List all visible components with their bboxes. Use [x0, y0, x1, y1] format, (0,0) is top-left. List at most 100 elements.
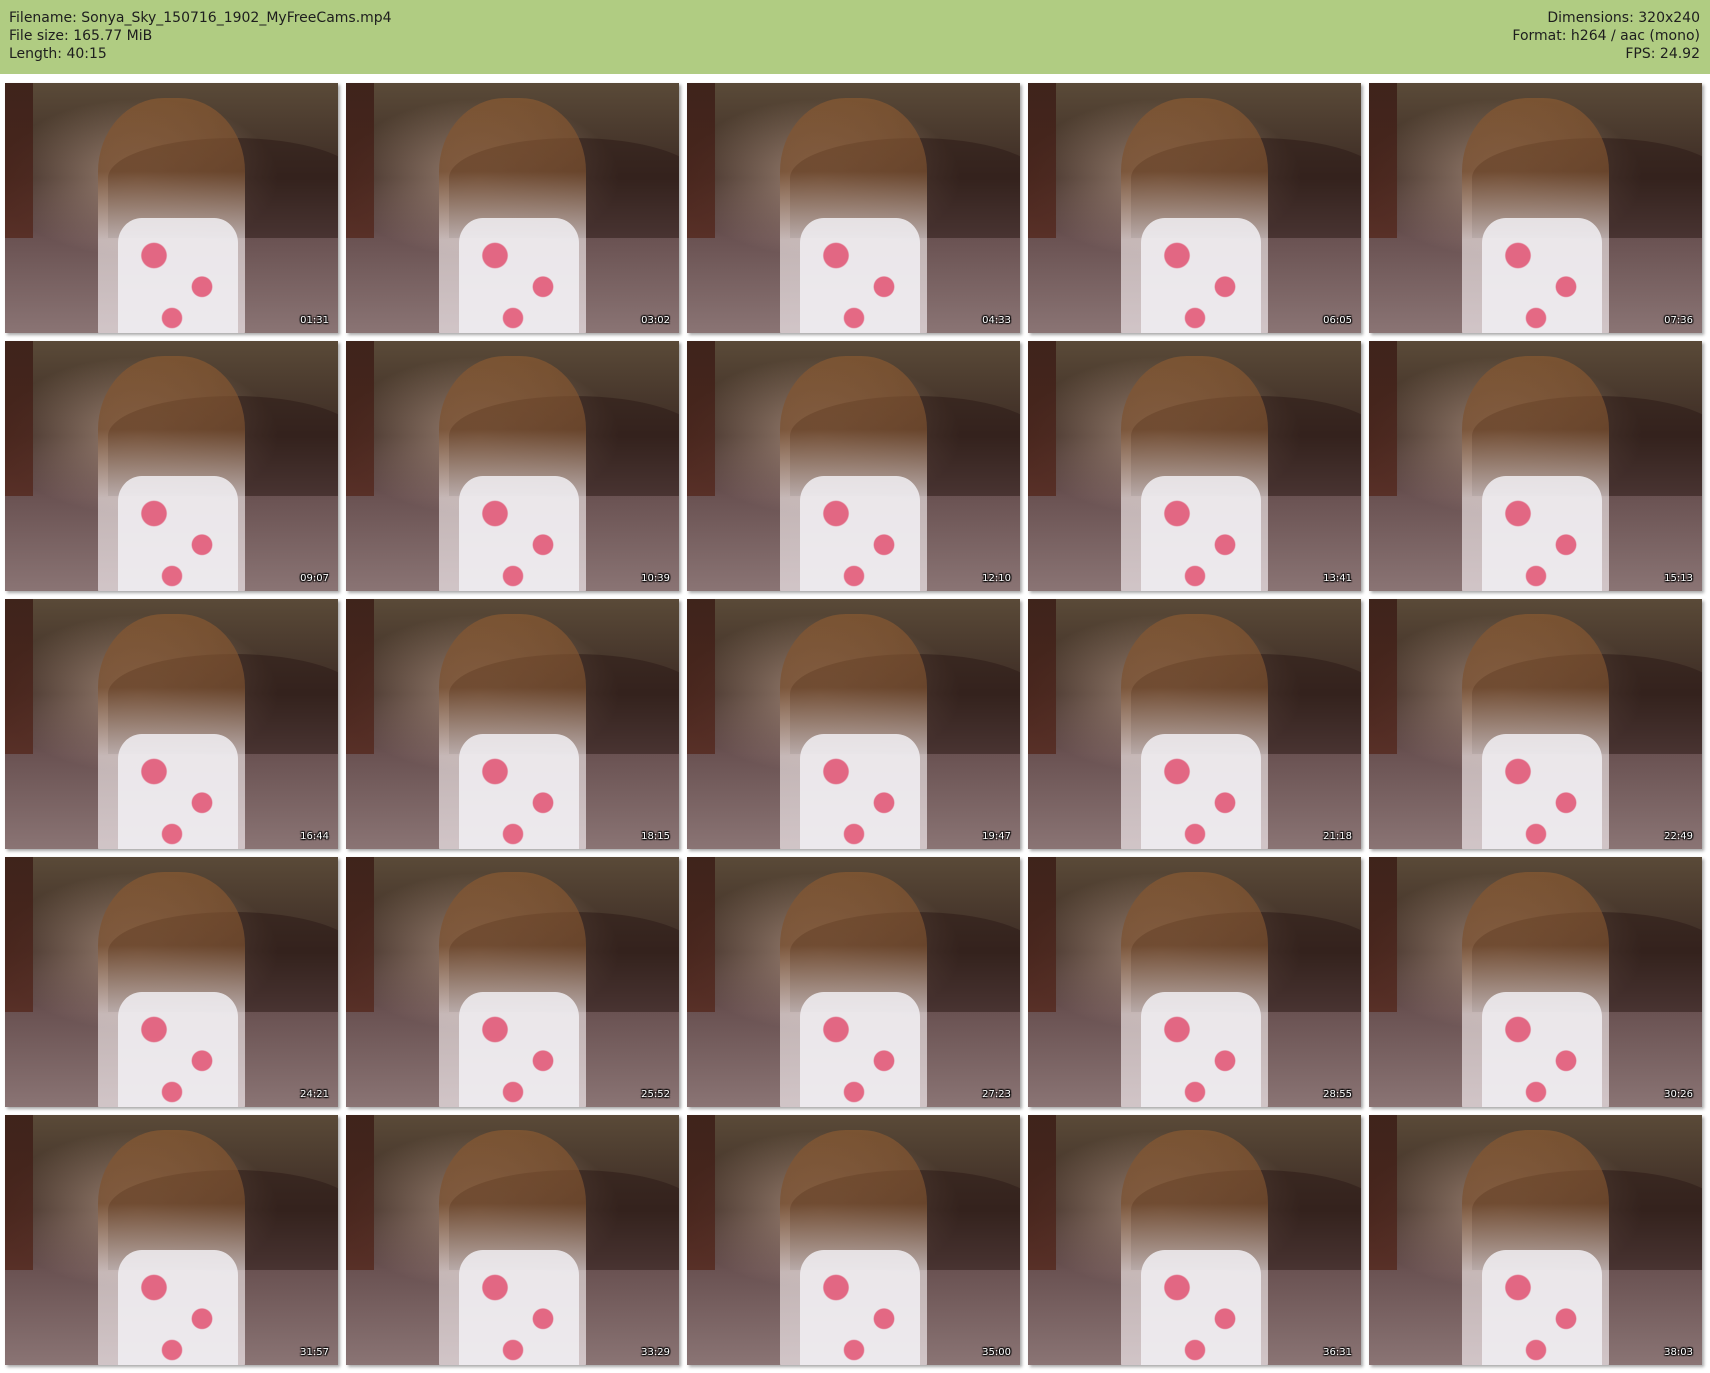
thumbnail-timestamp: 19:47 [982, 831, 1011, 842]
thumbnail-timestamp: 04:33 [982, 315, 1011, 326]
video-thumbnail: 16:44 [5, 599, 338, 849]
video-thumbnail: 36:31 [1028, 1115, 1361, 1365]
frame-dress-shape [459, 1250, 580, 1365]
frame-wall-shape [1369, 341, 1397, 496]
video-thumbnail: 15:13 [1369, 341, 1702, 591]
frame-wall-shape [1369, 1115, 1397, 1270]
frame-wall-shape [346, 341, 374, 496]
frame-dress-shape [1141, 1250, 1262, 1365]
thumbnail-timestamp: 28:55 [1323, 1089, 1352, 1100]
thumbnail-timestamp: 16:44 [300, 831, 329, 842]
thumbnail-timestamp: 01:31 [300, 315, 329, 326]
video-thumbnail: 33:29 [346, 1115, 679, 1365]
frame-wall-shape [687, 83, 715, 238]
thumbnail-timestamp: 38:03 [1664, 1347, 1693, 1358]
frame-dress-shape [459, 734, 580, 849]
format-text: Format: h264 / aac (mono) [1512, 28, 1700, 44]
frame-wall-shape [687, 1115, 715, 1270]
frame-dress-shape [1141, 218, 1262, 333]
video-thumbnail: 01:31 [5, 83, 338, 333]
thumbnail-timestamp: 06:05 [1323, 315, 1352, 326]
thumbnail-timestamp: 27:23 [982, 1089, 1011, 1100]
stream-info: Dimensions: 320x240 Format: h264 / aac (… [1512, 9, 1700, 63]
video-thumbnail: 35:00 [687, 1115, 1020, 1365]
video-thumbnail: 12:10 [687, 341, 1020, 591]
thumbnail-timestamp: 36:31 [1323, 1347, 1352, 1358]
frame-dress-shape [800, 218, 921, 333]
video-thumbnail: 21:18 [1028, 599, 1361, 849]
video-thumbnail: 07:36 [1369, 83, 1702, 333]
frame-dress-shape [1482, 218, 1603, 333]
thumbnail-timestamp: 10:39 [641, 573, 670, 584]
thumbnail-timestamp: 31:57 [300, 1347, 329, 1358]
video-thumbnail: 31:57 [5, 1115, 338, 1365]
frame-wall-shape [5, 599, 33, 754]
frame-wall-shape [1028, 599, 1056, 754]
frame-wall-shape [1369, 83, 1397, 238]
frame-wall-shape [1028, 83, 1056, 238]
frame-wall-shape [687, 341, 715, 496]
frame-wall-shape [687, 857, 715, 1012]
frame-wall-shape [5, 857, 33, 1012]
frame-dress-shape [1482, 476, 1603, 591]
frame-dress-shape [459, 476, 580, 591]
thumbnail-timestamp: 03:02 [641, 315, 670, 326]
frame-wall-shape [5, 83, 33, 238]
thumbnail-timestamp: 35:00 [982, 1347, 1011, 1358]
frame-wall-shape [687, 599, 715, 754]
fps-text: FPS: 24.92 [1625, 46, 1700, 62]
video-thumbnail: 04:33 [687, 83, 1020, 333]
video-thumbnail: 19:47 [687, 599, 1020, 849]
frame-wall-shape [1369, 857, 1397, 1012]
video-thumbnail: 38:03 [1369, 1115, 1702, 1365]
thumbnail-timestamp: 21:18 [1323, 831, 1352, 842]
video-thumbnail: 30:26 [1369, 857, 1702, 1107]
frame-dress-shape [800, 476, 921, 591]
video-thumbnail: 06:05 [1028, 83, 1361, 333]
frame-dress-shape [118, 1250, 239, 1365]
thumbnail-timestamp: 24:21 [300, 1089, 329, 1100]
frame-dress-shape [459, 992, 580, 1107]
video-thumbnail: 22:49 [1369, 599, 1702, 849]
frame-wall-shape [1369, 599, 1397, 754]
frame-dress-shape [1482, 734, 1603, 849]
frame-wall-shape [346, 83, 374, 238]
file-size-text: File size: 165.77 MiB [9, 28, 153, 44]
thumbnail-timestamp: 33:29 [641, 1347, 670, 1358]
frame-dress-shape [459, 218, 580, 333]
frame-dress-shape [118, 734, 239, 849]
frame-dress-shape [1482, 992, 1603, 1107]
frame-wall-shape [346, 599, 374, 754]
thumbnail-timestamp: 09:07 [300, 573, 329, 584]
file-info: Filename: Sonya_Sky_150716_1902_MyFreeCa… [9, 9, 392, 63]
video-thumbnail: 25:52 [346, 857, 679, 1107]
frame-dress-shape [800, 992, 921, 1107]
frame-wall-shape [1028, 1115, 1056, 1270]
frame-dress-shape [118, 218, 239, 333]
video-thumbnail: 27:23 [687, 857, 1020, 1107]
frame-dress-shape [1482, 1250, 1603, 1365]
thumbnail-timestamp: 25:52 [641, 1089, 670, 1100]
thumbnail-grid: 01:31 03:02 04:33 06:05 07:36 09:07 10:39 12:10… [5, 83, 1705, 1365]
filename-text: Filename: Sonya_Sky_150716_1902_MyFreeCa… [9, 10, 392, 26]
thumbnail-timestamp: 30:26 [1664, 1089, 1693, 1100]
frame-wall-shape [1028, 341, 1056, 496]
frame-dress-shape [800, 1250, 921, 1365]
frame-dress-shape [118, 992, 239, 1107]
video-thumbnail: 09:07 [5, 341, 338, 591]
frame-wall-shape [5, 1115, 33, 1270]
frame-wall-shape [346, 857, 374, 1012]
frame-wall-shape [5, 341, 33, 496]
video-thumbnail: 13:41 [1028, 341, 1361, 591]
thumbnail-timestamp: 13:41 [1323, 573, 1352, 584]
video-thumbnail: 24:21 [5, 857, 338, 1107]
thumbnail-timestamp: 15:13 [1664, 573, 1693, 584]
frame-dress-shape [1141, 476, 1262, 591]
thumbnail-timestamp: 22:49 [1664, 831, 1693, 842]
video-thumbnail: 03:02 [346, 83, 679, 333]
frame-dress-shape [1141, 992, 1262, 1107]
frame-dress-shape [1141, 734, 1262, 849]
thumbnail-timestamp: 18:15 [641, 831, 670, 842]
video-thumbnail: 28:55 [1028, 857, 1361, 1107]
frame-dress-shape [118, 476, 239, 591]
